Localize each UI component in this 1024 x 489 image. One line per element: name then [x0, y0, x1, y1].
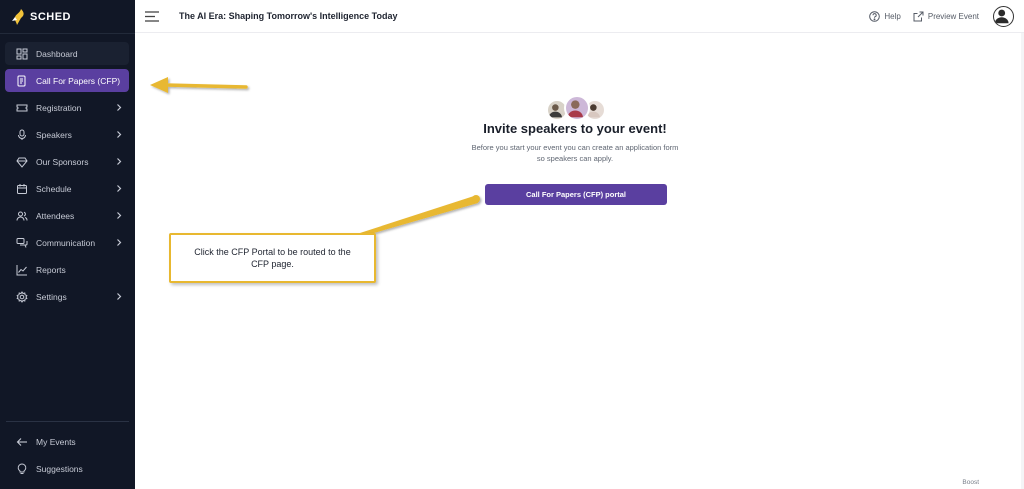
- chart-icon: [16, 264, 27, 275]
- users-icon: [16, 211, 28, 221]
- sidebar-item-label: Suggestions: [36, 463, 83, 474]
- arrow-left-icon: [16, 437, 27, 446]
- ticket-icon: [16, 104, 28, 111]
- preview-event-label: Preview Event: [927, 12, 979, 21]
- help-link[interactable]: Help: [869, 11, 901, 22]
- sidebar-item-schedule[interactable]: Schedule: [5, 177, 129, 200]
- sidebar-item-label: Registration: [36, 102, 82, 113]
- chevron-right-icon: [117, 131, 122, 138]
- brand-logo[interactable]: SCHED: [0, 0, 135, 34]
- calendar-icon: [17, 183, 27, 194]
- sidebar-item-label: Our Sponsors: [36, 156, 89, 167]
- sidebar-divider: [6, 421, 129, 422]
- sidebar-item-label: My Events: [36, 436, 76, 447]
- brand-name: SCHED: [30, 10, 72, 23]
- sidebar-item-label: Schedule: [36, 183, 72, 194]
- sidebar-item-my-events[interactable]: My Events: [5, 430, 129, 453]
- sidebar-item-call-for-papers[interactable]: Call For Papers (CFP): [5, 69, 129, 92]
- user-avatar-icon: [994, 9, 1009, 24]
- sidebar: SCHED Dashboard Call For Papers (CFP) Re…: [0, 0, 135, 489]
- boost-label[interactable]: Boost: [962, 479, 979, 486]
- person-icon: [567, 100, 583, 118]
- sidebar-item-suggestions[interactable]: Suggestions: [5, 457, 129, 480]
- sidebar-item-label: Communication: [36, 237, 96, 248]
- sidebar-item-registration[interactable]: Registration: [5, 96, 129, 119]
- speaker-avatars: [546, 95, 606, 121]
- sidebar-item-label: Settings: [36, 291, 67, 302]
- top-bar: The AI Era: Shaping Tomorrow's Intellige…: [135, 0, 1024, 33]
- chat-icon: [16, 237, 28, 248]
- sidebar-item-label: Dashboard: [36, 48, 78, 59]
- dashboard-icon: [16, 48, 28, 59]
- diamond-icon: [16, 157, 28, 168]
- lightbulb-icon: [17, 463, 27, 474]
- sidebar-item-reports[interactable]: Reports: [5, 258, 129, 281]
- sidebar-item-our-sponsors[interactable]: Our Sponsors: [5, 150, 129, 173]
- sidebar-nav: Dashboard Call For Papers (CFP) Registra…: [0, 42, 135, 312]
- sidebar-item-label: Reports: [36, 264, 66, 275]
- microphone-icon: [18, 129, 26, 140]
- gear-icon: [16, 290, 28, 303]
- help-label: Help: [884, 12, 901, 21]
- chevron-right-icon: [117, 185, 122, 192]
- cfp-portal-button[interactable]: Call For Papers (CFP) portal: [485, 184, 667, 205]
- sidebar-item-settings[interactable]: Settings: [5, 285, 129, 308]
- top-bar-actions: Help Preview Event: [869, 0, 1014, 33]
- invite-speakers-description: Before you start your event you can crea…: [471, 143, 679, 163]
- sidebar-item-label: Attendees: [36, 210, 75, 221]
- user-avatar[interactable]: [993, 6, 1014, 27]
- sidebar-item-communication[interactable]: Communication: [5, 231, 129, 254]
- flame-icon: [12, 8, 24, 25]
- sidebar-item-attendees[interactable]: Attendees: [5, 204, 129, 227]
- chevron-right-icon: [117, 293, 122, 300]
- chevron-right-icon: [117, 104, 122, 111]
- sidebar-item-label: Call For Papers (CFP): [36, 75, 121, 86]
- sidebar-item-speakers[interactable]: Speakers: [5, 123, 129, 146]
- event-title: The AI Era: Shaping Tomorrow's Intellige…: [179, 11, 398, 21]
- chevron-right-icon: [117, 239, 122, 246]
- document-icon: [17, 75, 26, 86]
- annotation-callout: Click the CFP Portal to be routed to the…: [169, 233, 376, 283]
- speaker-avatar: [564, 95, 590, 121]
- help-icon: [869, 11, 881, 22]
- invite-speakers-title: Invite speakers to your event!: [483, 121, 667, 136]
- hamburger-menu-icon[interactable]: [145, 10, 159, 22]
- chevron-right-icon: [117, 212, 122, 219]
- sidebar-bottom-nav: My Events Suggestions: [0, 430, 135, 484]
- external-link-icon: [913, 11, 924, 22]
- sidebar-item-dashboard[interactable]: Dashboard: [5, 42, 129, 65]
- chevron-right-icon: [117, 158, 122, 165]
- preview-event-link[interactable]: Preview Event: [913, 11, 979, 22]
- sidebar-item-label: Speakers: [36, 129, 72, 140]
